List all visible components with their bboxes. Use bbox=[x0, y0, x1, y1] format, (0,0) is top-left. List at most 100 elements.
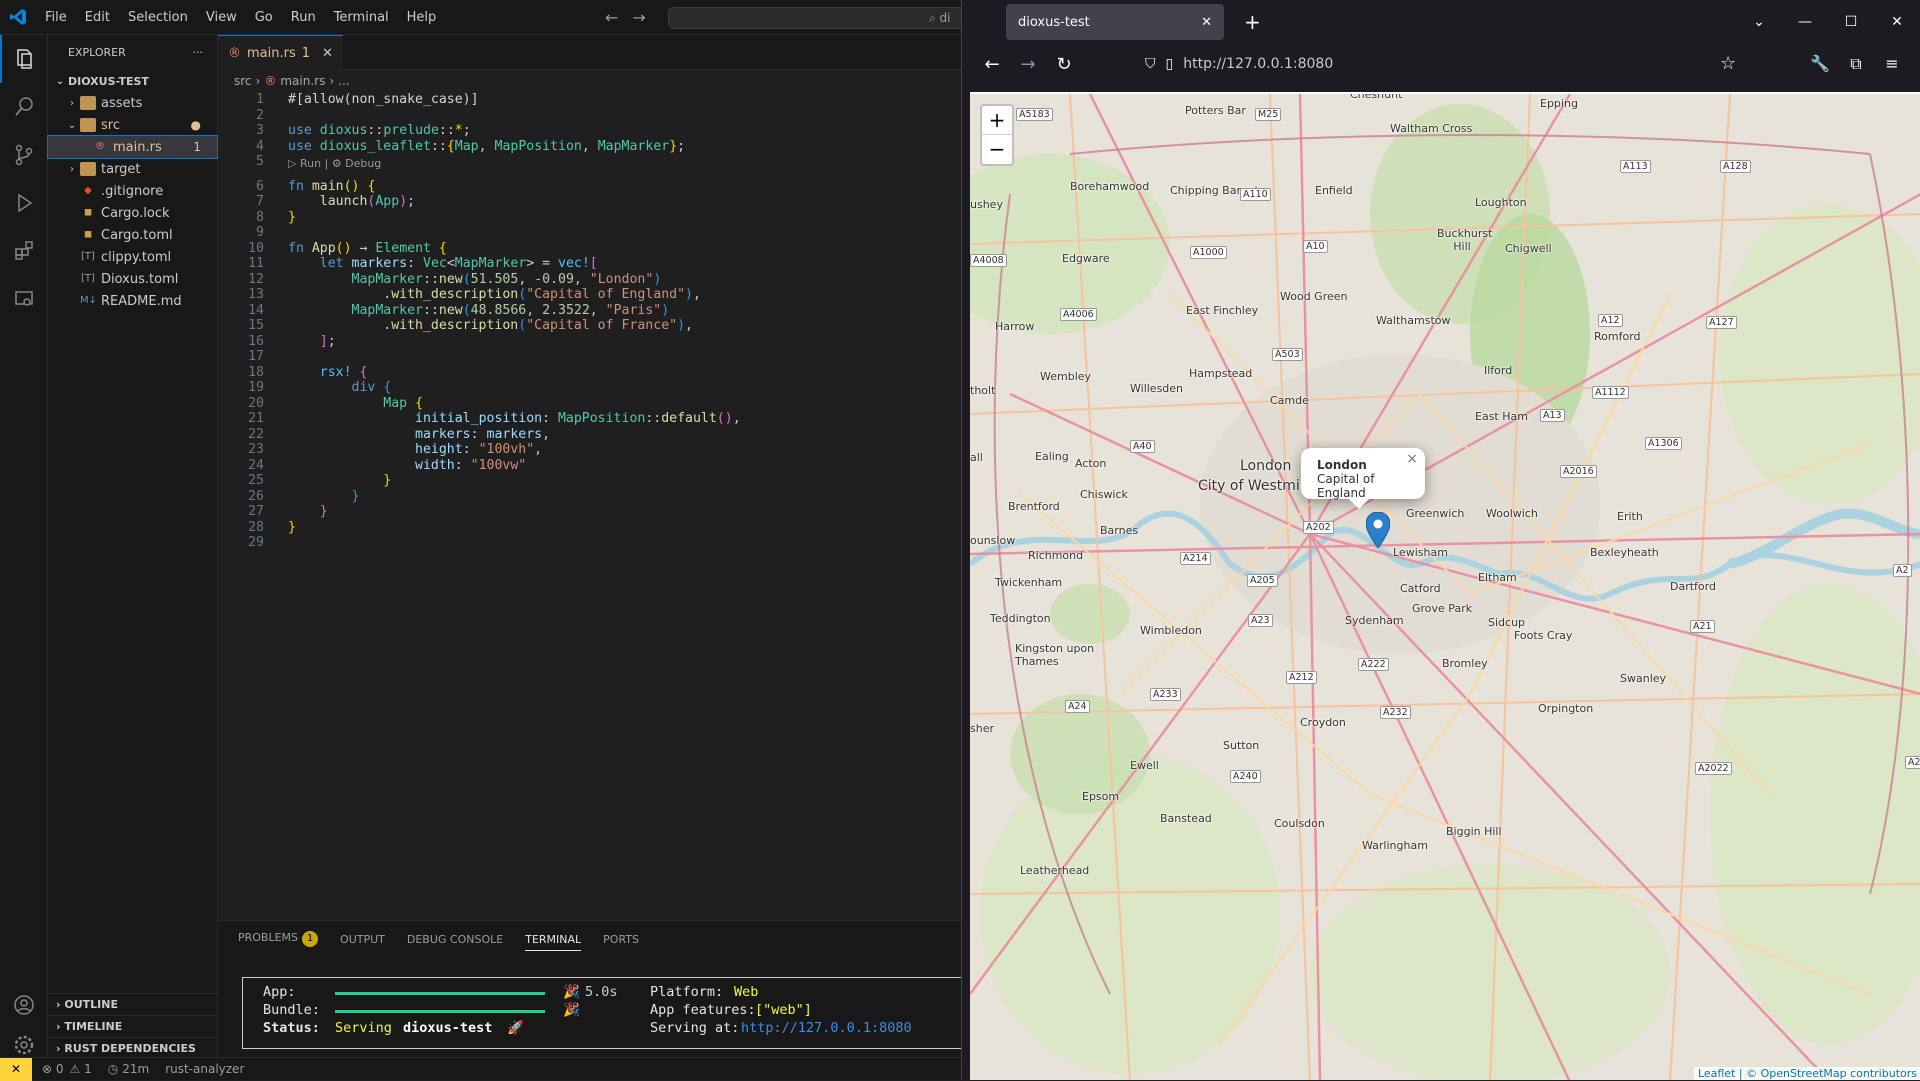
explorer-activity-icon[interactable] bbox=[0, 35, 48, 83]
line-number: 7 bbox=[256, 194, 264, 209]
menu-view[interactable]: View bbox=[197, 0, 246, 35]
menu-file[interactable]: File bbox=[36, 0, 76, 35]
line-number: 25 bbox=[248, 473, 264, 488]
serving-url[interactable]: http://127.0.0.1:8080 bbox=[741, 1020, 912, 1036]
command-center-label: di bbox=[939, 11, 951, 25]
tab-output[interactable]: OUTPUT bbox=[340, 933, 385, 946]
tab-list-icon[interactable]: ⌄ bbox=[1736, 0, 1782, 44]
rocket-icon: 🚀 bbox=[507, 1020, 524, 1036]
maximize-icon[interactable]: ☐ bbox=[1828, 0, 1874, 44]
platform-value: Web bbox=[734, 984, 759, 1000]
reload-icon[interactable]: ↻ bbox=[1046, 54, 1082, 75]
tree-item--gitignore[interactable]: ◆ .gitignore bbox=[48, 180, 217, 202]
browser-tab[interactable]: dioxus-test ✕ bbox=[1006, 4, 1224, 40]
code-line: rsx! { bbox=[319, 364, 368, 380]
extensions-icon[interactable] bbox=[0, 227, 48, 275]
place-label: Twickenham bbox=[995, 576, 1063, 589]
bookmark-star-icon[interactable]: ☆ bbox=[1720, 44, 1736, 84]
tab-ports[interactable]: PORTS bbox=[603, 933, 639, 946]
place-label: Camde bbox=[1270, 394, 1309, 407]
remote-explorer-icon[interactable] bbox=[0, 275, 48, 323]
menu-run[interactable]: Run bbox=[282, 0, 325, 35]
forward-icon[interactable]: → bbox=[1010, 54, 1046, 75]
place-label: Enfield bbox=[1315, 184, 1353, 197]
tree-item-readme-md[interactable]: M↓ README.md bbox=[48, 290, 217, 312]
minimize-icon[interactable]: — bbox=[1782, 0, 1828, 44]
place-label: Woolwich bbox=[1486, 507, 1538, 520]
place-label: Epsom bbox=[1082, 790, 1120, 803]
run-debug-icon[interactable] bbox=[0, 179, 48, 227]
tree-item-clippy-toml[interactable]: [T] clippy.toml bbox=[48, 246, 217, 268]
tree-item-cargo-toml[interactable]: ◼ Cargo.toml bbox=[48, 224, 217, 246]
session-time[interactable]: 21m bbox=[122, 1062, 149, 1076]
tree-item-assets[interactable]: › assets bbox=[48, 92, 217, 114]
line-number: 8 bbox=[256, 209, 264, 225]
project-folder[interactable]: ⌄ DIOXUS-TEST bbox=[48, 70, 217, 92]
menu-help[interactable]: Help bbox=[398, 0, 446, 35]
outline-section[interactable]: › OUTLINE bbox=[48, 993, 218, 1015]
close-icon[interactable]: ✕ bbox=[322, 46, 333, 61]
rust-dependencies-section[interactable]: › RUST DEPENDENCIES bbox=[48, 1037, 218, 1059]
map-marker-icon[interactable] bbox=[1366, 512, 1390, 548]
remote-indicator-icon[interactable]: ✕ bbox=[0, 1057, 32, 1081]
tree-item-src[interactable]: ⌄ src ● bbox=[48, 114, 217, 136]
wrench-icon[interactable]: 🔧 bbox=[1802, 44, 1838, 84]
code-line: markers: markers, bbox=[415, 426, 551, 442]
tree-item-dioxus-toml[interactable]: [T] Dioxus.toml bbox=[48, 268, 217, 290]
tab-problems[interactable]: PROBLEMS 1 bbox=[238, 931, 319, 947]
url-text[interactable]: http://127.0.0.1:8080 bbox=[1183, 56, 1333, 72]
place-label: Buckhurst Hill bbox=[1437, 227, 1493, 253]
place-label: Erith bbox=[1617, 510, 1643, 523]
breadcrumb-more[interactable]: ... bbox=[338, 74, 349, 88]
road-label: A110 bbox=[1240, 188, 1271, 201]
language-server[interactable]: rust-analyzer bbox=[165, 1062, 244, 1076]
extensions-puzzle-icon[interactable]: ⧉ bbox=[1838, 44, 1874, 84]
new-tab-icon[interactable]: + bbox=[1244, 10, 1261, 34]
place-label: Croydon bbox=[1300, 716, 1346, 729]
errors-count[interactable]: ⊗ 0 bbox=[42, 1062, 64, 1076]
menu-go[interactable]: Go bbox=[246, 0, 282, 35]
zoom-out-button[interactable]: − bbox=[982, 135, 1012, 164]
back-icon[interactable]: ← bbox=[974, 54, 1010, 75]
place-label: East Ham bbox=[1475, 410, 1528, 423]
search-activity-icon[interactable] bbox=[0, 83, 48, 131]
source-control-icon[interactable] bbox=[0, 131, 48, 179]
attribution-text[interactable]: Leaflet | © OpenStreetMap contributors bbox=[1698, 1067, 1917, 1080]
rust-file-icon: ® bbox=[264, 74, 277, 88]
run-debug-codelens[interactable]: ▷ Run | ⚙ Debug bbox=[288, 157, 381, 170]
menu-terminal[interactable]: Terminal bbox=[325, 0, 398, 35]
close-icon[interactable]: × bbox=[1406, 451, 1418, 467]
tab-problem-count: 1 bbox=[301, 45, 311, 61]
breadcrumb: src › ® main.rs › ... bbox=[218, 70, 961, 92]
tree-item-target[interactable]: › target bbox=[48, 158, 217, 180]
bundle-progress-bar bbox=[335, 1010, 545, 1013]
leaflet-map[interactable]: Potters Bar Cheshunt Waltham Cross Epping Bo… bbox=[970, 92, 1920, 1080]
forward-arrow-icon[interactable]: → bbox=[632, 0, 645, 35]
back-arrow-icon[interactable]: ← bbox=[605, 0, 618, 35]
tree-item-cargo-lock[interactable]: ◼ Cargo.lock bbox=[48, 202, 217, 224]
place-label: Bexleyheath bbox=[1590, 546, 1659, 559]
line-number: 23 bbox=[248, 442, 264, 457]
more-actions-icon[interactable]: ··· bbox=[193, 46, 204, 59]
breadcrumb-file[interactable]: main.rs bbox=[280, 74, 325, 88]
close-icon[interactable]: ✕ bbox=[1201, 15, 1212, 30]
breadcrumb-src[interactable]: src bbox=[234, 74, 252, 88]
command-center[interactable]: ⌕ di bbox=[668, 7, 968, 29]
tab-debug-console[interactable]: DEBUG CONSOLE bbox=[407, 933, 503, 946]
tab-terminal[interactable]: TERMINAL bbox=[525, 933, 582, 951]
shield-icon[interactable]: ⛉ bbox=[1145, 56, 1156, 72]
warnings-count[interactable]: ⚠ 1 bbox=[70, 1062, 92, 1076]
address-bar[interactable]: ⛉ ▯ http://127.0.0.1:8080 bbox=[1135, 48, 1720, 80]
menu-edit[interactable]: Edit bbox=[76, 0, 119, 35]
hamburger-menu-icon[interactable]: ≡ bbox=[1874, 44, 1910, 84]
tree-item-main-rs[interactable]: ® main.rs 1 bbox=[47, 135, 218, 159]
line-number: 18 bbox=[248, 364, 264, 380]
terminal-output[interactable]: App: 🎉 5.0s Platform: Web Bundle: 🎉 App … bbox=[242, 977, 972, 1049]
tab-main-rs[interactable]: ® main.rs 1 ✕ bbox=[218, 35, 343, 70]
vscode-window: File Edit Selection View Go Run Terminal… bbox=[0, 0, 972, 1081]
close-window-icon[interactable]: ✕ bbox=[1874, 0, 1920, 44]
menu-selection[interactable]: Selection bbox=[119, 0, 197, 35]
zoom-in-button[interactable]: + bbox=[982, 106, 1012, 135]
timeline-section[interactable]: › TIMELINE bbox=[48, 1015, 218, 1037]
code-line: use dioxus_leaflet::{Map, MapPosition, M… bbox=[288, 138, 686, 154]
